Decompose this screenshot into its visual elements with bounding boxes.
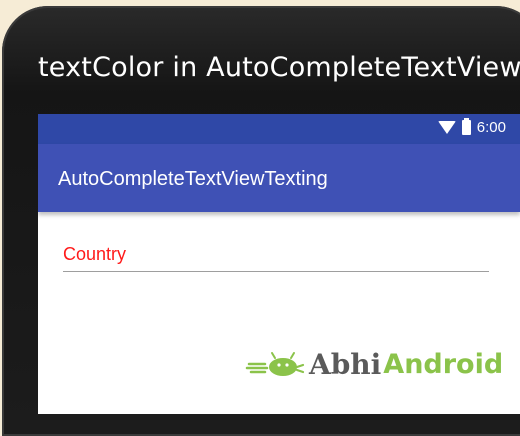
battery-icon xyxy=(461,118,471,135)
logo-text-android: Android xyxy=(383,349,504,380)
country-field-wrapper xyxy=(63,244,489,272)
abhiandroid-logo: Abhi Android xyxy=(245,348,503,381)
phone-caption: textColor in AutoCompleteTextView xyxy=(38,52,520,83)
status-time: 6:00 xyxy=(476,119,506,136)
status-indicators: 6:00 xyxy=(437,118,506,136)
wifi-icon xyxy=(437,121,456,134)
app-title: AutoCompleteTextViewTexting xyxy=(58,168,328,190)
country-autocomplete-input[interactable] xyxy=(63,244,489,272)
app-bar: AutoCompleteTextViewTexting xyxy=(38,144,520,212)
logo-text-abhi: Abhi xyxy=(309,348,382,381)
android-logo-icon xyxy=(245,351,305,376)
status-bar: 6:00 xyxy=(38,114,520,144)
